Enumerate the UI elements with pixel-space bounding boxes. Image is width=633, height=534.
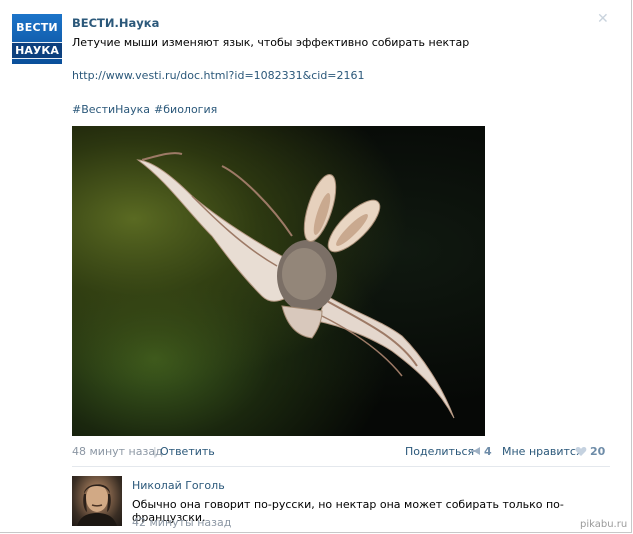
share-button[interactable]: Поделиться [405,445,474,458]
commenter-name-link[interactable]: Николай Гоголь [132,479,225,492]
like-button[interactable]: Мне нравится [502,445,583,458]
hashtag-link[interactable]: #ВестиНаука [72,103,150,116]
post-photo[interactable] [72,126,485,436]
reply-link[interactable]: Ответить [160,445,215,458]
avatar-line-1: ВЕСТИ [16,21,58,34]
post-author-link[interactable]: ВЕСТИ.Наука [72,16,159,30]
heart-icon[interactable] [575,446,587,460]
like-count: 20 [590,445,606,458]
hashtag-link[interactable]: #биология [154,103,217,116]
comment-divider [72,466,610,467]
community-avatar[interactable]: ВЕСТИ НАУКА [12,14,62,64]
megaphone-icon[interactable] [470,446,482,459]
hashtags: #ВестиНаука #биология [72,103,221,116]
article-link[interactable]: http://www.vesti.ru/doc.html?id=1082331&… [72,69,365,82]
post-text: Летучие мыши изменяют язык, чтобы эффект… [72,36,470,49]
footer-separator: | [153,445,157,458]
comment-timestamp[interactable]: 42 минуты назад [132,516,231,529]
close-icon[interactable]: ✕ [597,11,609,27]
bat-illustration [136,152,455,419]
avatar-line-2: НАУКА [12,42,62,59]
share-count: 4 [484,445,492,458]
commenter-avatar[interactable] [72,476,122,526]
post-timestamp[interactable]: 48 минут назад [72,445,163,458]
watermark: pikabu.ru [580,519,628,530]
